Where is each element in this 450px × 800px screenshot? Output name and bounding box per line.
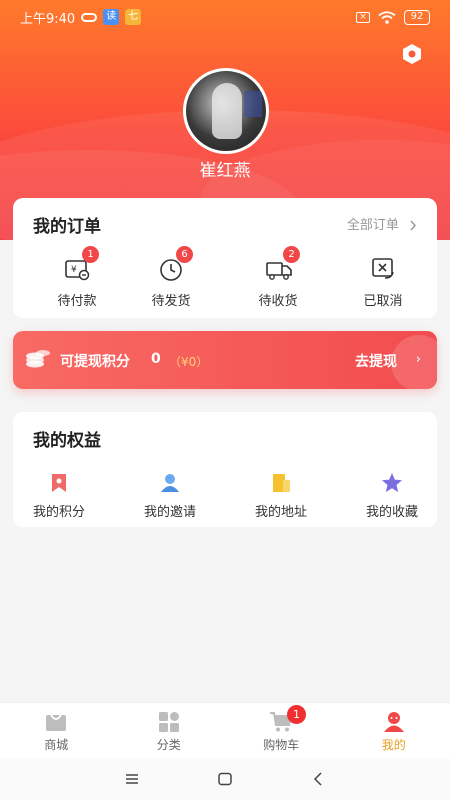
- rights-title: 我的权益: [33, 431, 101, 451]
- chevron-right-icon: ›: [415, 352, 421, 367]
- wifi-icon: [378, 10, 396, 24]
- reader-app-icon: 读: [103, 9, 120, 25]
- settings-hexagon-icon[interactable]: [400, 42, 424, 66]
- points-value: 0: [151, 351, 161, 367]
- withdrawable-points-banner[interactable]: 可提现积分 0 （¥0） 去提现 ›: [13, 331, 437, 389]
- points-yen-value: （¥0）: [169, 355, 209, 369]
- order-badge: 2: [283, 246, 300, 263]
- order-item-label: 待收货: [258, 294, 298, 309]
- bottom-tab-bar: 商城 分类 1 购物车 我的: [0, 702, 450, 758]
- my-points-item[interactable]: 我的积分: [19, 472, 99, 520]
- shop-icon: [46, 714, 67, 731]
- chevron-right-icon: [410, 220, 417, 231]
- battery-indicator: 92: [404, 9, 430, 25]
- svg-text:¥: ¥: [71, 265, 77, 275]
- profile-icon: [383, 712, 404, 732]
- no-sim-icon: ×: [356, 11, 370, 23]
- rights-card: 我的权益 我的积分 我的邀请 我的地址 我的收藏: [13, 412, 437, 527]
- rights-item-label: 我的收藏: [365, 505, 418, 520]
- cart-badge: 1: [287, 705, 306, 724]
- tab-label: 我的: [381, 738, 406, 752]
- rights-item-label: 我的地址: [254, 505, 307, 520]
- status-time: 上午9:40: [20, 11, 76, 27]
- orders-title: 我的订单: [33, 217, 101, 237]
- bookmark-icon: [52, 474, 66, 492]
- all-orders-link[interactable]: 全部订单: [347, 214, 417, 233]
- rights-item-label: 我的邀请: [143, 505, 196, 520]
- rights-item-label: 我的积分: [32, 505, 85, 520]
- tab-profile[interactable]: 我的: [338, 703, 450, 758]
- order-item-label: 已取消: [363, 294, 403, 309]
- order-badge: 1: [82, 246, 99, 263]
- tab-cart[interactable]: 1 购物车: [225, 703, 338, 758]
- home-square-icon[interactable]: [216, 770, 234, 788]
- order-badge: 6: [176, 246, 193, 263]
- cat-app-icon: 七: [125, 9, 142, 25]
- order-item-label: 待付款: [57, 294, 97, 309]
- order-pending-shipment[interactable]: 6 待发货: [131, 246, 211, 309]
- order-pending-receipt[interactable]: 2 待收货: [238, 246, 318, 309]
- banner-decoration: [391, 335, 437, 389]
- order-pending-payment[interactable]: ¥ 1 待付款: [37, 246, 117, 309]
- tab-label: 购物车: [263, 738, 300, 752]
- points-label: 可提现积分: [60, 354, 130, 370]
- category-icon: [158, 712, 179, 732]
- order-item-label: 待发货: [151, 294, 191, 309]
- coins-icon: [26, 350, 50, 368]
- invite-icon: [161, 474, 179, 492]
- orders-card: 我的订单 全部订单 ¥ 1 待付款 6 待发货 2 待收货 已取消: [13, 198, 437, 318]
- my-address-item[interactable]: 我的地址: [241, 472, 321, 520]
- star-icon: [382, 473, 402, 492]
- cancel-icon: [372, 258, 394, 279]
- back-icon[interactable]: [310, 770, 328, 788]
- my-favorites-item[interactable]: 我的收藏: [352, 472, 432, 520]
- withdraw-button[interactable]: 去提现: [355, 351, 397, 371]
- order-cancelled[interactable]: 已取消: [343, 256, 423, 309]
- tab-shop[interactable]: 商城: [0, 703, 113, 758]
- system-nav-bar: [0, 758, 450, 800]
- my-invite-item[interactable]: 我的邀请: [130, 472, 210, 520]
- user-name: 崔红燕: [199, 161, 251, 181]
- menu-icon[interactable]: [123, 770, 141, 788]
- avatar[interactable]: [183, 68, 269, 154]
- address-icon: [273, 474, 290, 492]
- cloud-icon: [81, 12, 98, 22]
- tab-label: 商城: [44, 738, 69, 752]
- status-bar: 上午9:40 读 七 × 92: [0, 0, 450, 34]
- all-orders-label: 全部订单: [346, 218, 399, 233]
- tab-category[interactable]: 分类: [113, 703, 226, 758]
- tab-label: 分类: [156, 738, 181, 752]
